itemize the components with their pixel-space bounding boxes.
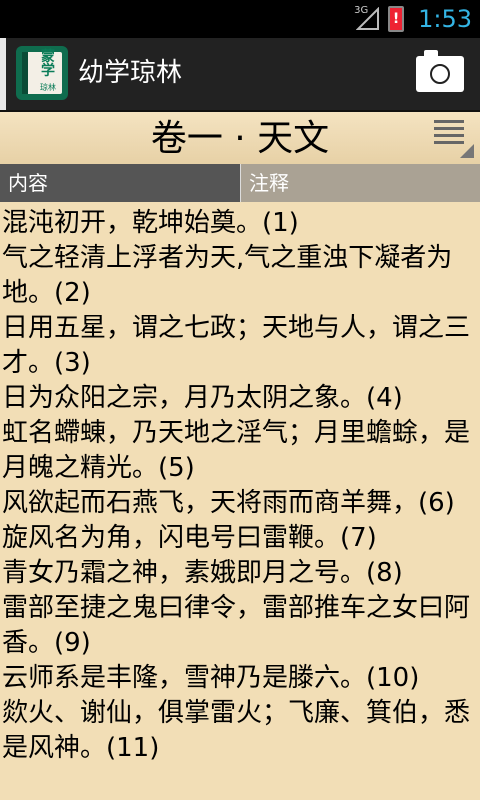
verse-item: 雷部至捷之鬼曰律令，雷部推车之女曰阿香。(9) [2,593,471,658]
verse-item: 风欲起而石燕飞，天将雨而商羊舞，(6) [2,488,455,518]
chapter-title: 卷一 · 天文 [150,118,330,159]
camera-icon [430,64,450,84]
battery-alert-icon: ! [388,6,405,32]
signal-icon: 3G [354,5,380,31]
app-icon-char1: 蒙 [41,49,55,65]
status-clock: 1:53 [418,5,472,33]
verse-item: 日为众阳之宗，月乃太阴之象。(4) [2,383,403,413]
tab-content[interactable]: 内容 [0,164,240,202]
chapter-header: 卷一 · 天文 [0,112,480,164]
verse-item: 日用五星，谓之七政；天地与人，谓之三才。(3) [2,313,471,378]
verse-item: 旋风名为角，闪电号曰雷鞭。(7) [2,523,377,553]
verse-item: 混沌初开，乾坤始奠。(1) [2,208,299,238]
tab-bar: 内容 注释 [0,164,480,202]
app-logo-icon[interactable]: 蒙 学 琼林 [16,46,68,100]
verse-item: 欻火、谢仙，俱掌雷火；飞廉、箕伯，悉是风神。(11) [2,698,471,763]
app-icon-char2: 学 [41,63,55,79]
verse-item: 云师系是丰隆，雪神乃是滕六。(10) [2,663,420,693]
verse-item: 虹名螮蝀，乃天地之淫气；月里蟾蜍，是月魄之精光。(5) [2,418,471,483]
app-icon-subtitle: 琼林 [40,83,56,92]
action-bar: 蒙 学 琼林 幼学琼林 [0,38,480,112]
dropdown-corner-icon [460,144,474,158]
app-title: 幼学琼林 [78,58,183,88]
camera-button[interactable] [416,50,464,92]
tab-notes[interactable]: 注释 [240,164,480,202]
network-type: 3G [354,5,369,16]
verse-item: 气之轻清上浮者为天,气之重浊下凝者为地。(2) [2,243,453,308]
verse-list: 混沌初开，乾坤始奠。(1) 气之轻清上浮者为天,气之重浊下凝者为地。(2) 日用… [0,206,480,766]
chapter-menu-button[interactable] [434,118,474,158]
verse-item: 青女乃霜之神，素娥即月之号。(8) [2,558,403,588]
status-bar: 3G ! 1:53 [0,0,480,38]
up-indicator[interactable] [0,38,6,110]
